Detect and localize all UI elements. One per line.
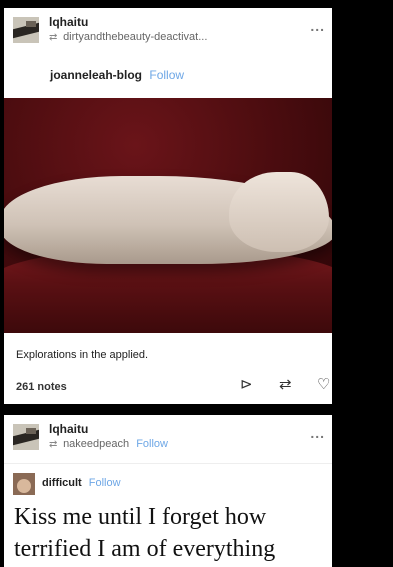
reblogged-from-blog[interactable]: nakeedpeach <box>63 438 129 450</box>
source-line: difficult Follow <box>42 477 121 489</box>
post-card-2: lqhaitu ⇄ nakeedpeach Follow ... difficu… <box>4 415 332 567</box>
reblog-source: ⇄ dirtyandthebeauty-deactivat... <box>49 31 207 43</box>
share-icon[interactable]: ⊳ <box>240 375 253 393</box>
reblog-small-icon: ⇄ <box>49 32 58 43</box>
avatar-highlight <box>26 21 36 27</box>
avatar[interactable] <box>13 424 39 450</box>
post-header: lqhaitu ⇄ nakeedpeach Follow ... <box>4 415 332 455</box>
more-options-icon[interactable]: ... <box>310 18 325 34</box>
reblog-source: ⇄ nakeedpeach Follow <box>49 438 168 450</box>
username[interactable]: lqhaitu <box>49 422 88 436</box>
like-icon[interactable]: ♡ <box>317 375 330 393</box>
post-text: Kiss me until I forget how terrified I a… <box>14 501 275 565</box>
post-photo[interactable] <box>4 98 332 333</box>
reblog-small-icon: ⇄ <box>49 439 58 450</box>
divider <box>4 463 332 464</box>
post-header: lqhaitu ⇄ dirtyandthebeauty-deactivat...… <box>4 8 332 48</box>
reblog-icon[interactable]: ⇄ <box>279 375 292 393</box>
avatar[interactable] <box>13 17 39 43</box>
post-text-line-1: Kiss me until I forget how <box>14 504 267 530</box>
photo-figure-hip <box>229 172 329 252</box>
source-follow-button[interactable]: Follow <box>89 477 121 489</box>
notes-count[interactable]: 261 notes <box>16 381 67 393</box>
reblogged-from-blog[interactable]: dirtyandthebeauty-deactivat... <box>63 31 207 43</box>
follow-button[interactable]: Follow <box>136 438 168 450</box>
follow-button[interactable]: Follow <box>149 68 184 82</box>
source-avatar[interactable] <box>13 473 35 495</box>
source-avatar-face <box>17 479 31 493</box>
post-text-line-2: terrified I am of everything <box>14 536 276 562</box>
more-options-icon[interactable]: ... <box>310 425 325 441</box>
avatar-highlight <box>26 428 36 434</box>
post-card-1: lqhaitu ⇄ dirtyandthebeauty-deactivat...… <box>4 8 332 404</box>
source-blog-name[interactable]: joanneleah-blog <box>50 68 142 82</box>
source-blog-name[interactable]: difficult <box>42 477 82 489</box>
post-caption: Explorations in the applied. <box>16 349 149 361</box>
source-line: joanneleah-blog Follow <box>50 68 184 82</box>
username[interactable]: lqhaitu <box>49 15 88 29</box>
